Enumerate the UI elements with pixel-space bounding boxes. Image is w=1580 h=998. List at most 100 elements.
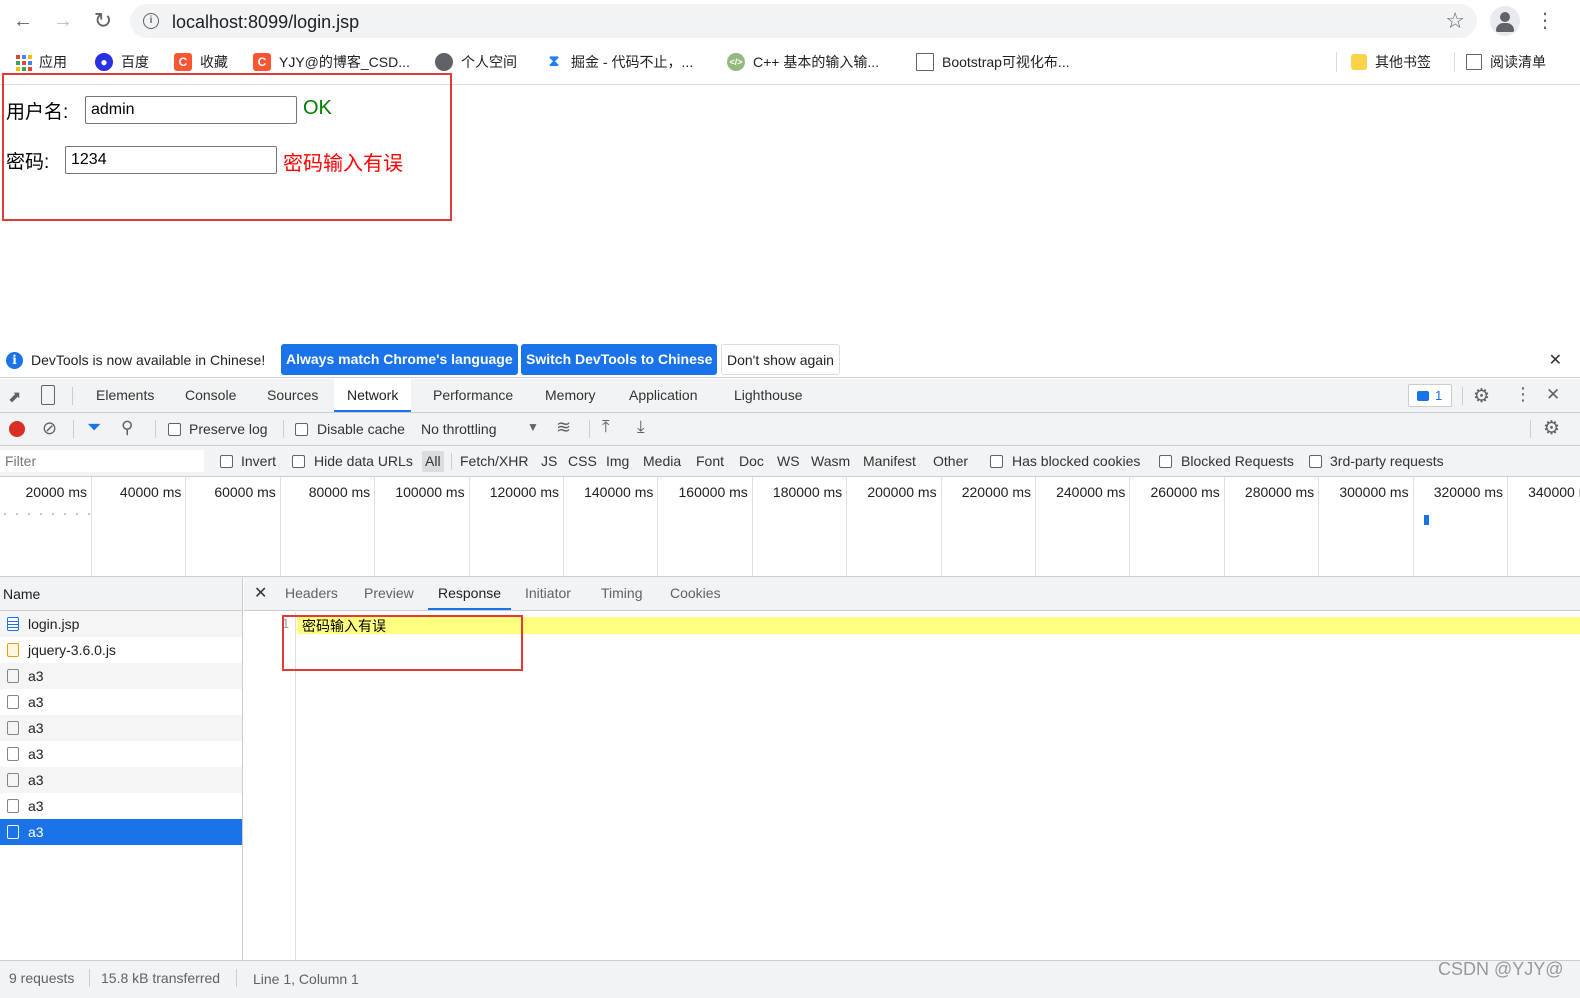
filter-type-doc[interactable]: Doc: [736, 451, 767, 472]
url-text[interactable]: localhost:8099/login.jsp: [172, 12, 359, 33]
tab-performance[interactable]: Performance: [420, 379, 526, 412]
reload-icon[interactable]: ↻: [90, 8, 116, 34]
request-row[interactable]: login.jsp: [0, 611, 242, 637]
filter-input[interactable]: [0, 450, 204, 472]
request-name: jquery-3.6.0.js: [28, 642, 116, 658]
xhr-icon: [7, 773, 19, 787]
timeline-tick-label: 200000 ms: [867, 484, 937, 500]
issues-badge[interactable]: 1: [1408, 384, 1452, 407]
filter-type-img[interactable]: Img: [603, 451, 632, 472]
filter-type-media[interactable]: Media: [640, 451, 684, 472]
toolbar-divider: [589, 420, 590, 438]
filter-funnel-icon[interactable]: ⏷: [87, 417, 101, 438]
password-input[interactable]: [65, 146, 277, 174]
tab-response[interactable]: Response: [428, 577, 512, 610]
disable-cache-checkbox[interactable]: [295, 423, 308, 436]
tab-preview[interactable]: Preview: [354, 577, 424, 610]
tab-initiator[interactable]: Initiator: [515, 577, 581, 610]
filter-type-font[interactable]: Font: [693, 451, 727, 472]
devtools-language-infobar: i DevTools is now available in Chinese! …: [0, 343, 1580, 378]
bookmark-baidu[interactable]: ● 百度: [95, 51, 149, 73]
toolbar-divider: [283, 420, 284, 438]
dont-show-again-button[interactable]: Don't show again: [721, 344, 840, 375]
request-row[interactable]: a3: [0, 767, 242, 793]
filter-type-js[interactable]: JS: [538, 451, 560, 472]
script-icon: [7, 643, 19, 657]
reading-list[interactable]: 阅读清单: [1466, 51, 1546, 73]
filter-type-css[interactable]: CSS: [565, 451, 600, 472]
import-har-upload-icon[interactable]: ⤒: [602, 417, 610, 437]
request-row[interactable]: a3: [0, 663, 242, 689]
tab-sources[interactable]: Sources: [254, 379, 331, 412]
bookmark-star-icon[interactable]: ☆: [1445, 8, 1465, 34]
third-party-requests-checkbox[interactable]: [1309, 455, 1322, 468]
csdn-watermark: CSDN @YJY@: [1438, 959, 1564, 979]
request-row[interactable]: a3: [0, 819, 242, 845]
tab-network[interactable]: Network: [334, 379, 412, 412]
filter-type-manifest[interactable]: Manifest: [860, 451, 919, 472]
throttling-select[interactable]: No throttling: [421, 421, 496, 437]
username-input[interactable]: [85, 96, 297, 124]
close-detail-icon[interactable]: ✕: [254, 583, 267, 603]
tab-headers[interactable]: Headers: [275, 577, 348, 610]
filter-type-other[interactable]: Other: [930, 451, 971, 472]
request-row[interactable]: a3: [0, 793, 242, 819]
preserve-log-checkbox[interactable]: [168, 423, 181, 436]
invert-checkbox[interactable]: [220, 455, 233, 468]
blocked-requests-checkbox[interactable]: [1159, 455, 1172, 468]
request-row[interactable]: a3: [0, 715, 242, 741]
toolbar-divider: [73, 420, 74, 438]
bookmark-personal-space[interactable]: 个人空间: [435, 51, 517, 73]
record-icon[interactable]: [9, 421, 25, 437]
clear-icon[interactable]: ⊘: [42, 418, 57, 439]
filter-type-wasm[interactable]: Wasm: [808, 451, 853, 472]
network-overview-timeline[interactable]: 20000 ms 40000 ms 60000 ms 80000 ms 100000 m…: [0, 477, 1580, 577]
network-toolbar: ⊘ ⏷ ⚲ Preserve log Disable cache No thro…: [0, 413, 1580, 446]
timeline-tick-label: 40000 ms: [119, 484, 182, 500]
profile-avatar-icon[interactable]: [1490, 6, 1520, 36]
timeline-gridline: [1318, 477, 1320, 576]
close-devtools-icon[interactable]: ✕: [1546, 385, 1560, 405]
tab-lighthouse[interactable]: Lighthouse: [721, 379, 816, 412]
forward-arrow-icon[interactable]: →: [50, 8, 76, 34]
address-bar[interactable]: i localhost:8099/login.jsp ☆: [130, 4, 1477, 38]
devtools-menu-icon[interactable]: ⋮: [1514, 384, 1532, 405]
bookmark-juejin[interactable]: ⧗ 掘金 - 代码不止，...: [545, 51, 693, 73]
request-row[interactable]: jquery-3.6.0.js: [0, 637, 242, 663]
settings-gear-icon[interactable]: ⚙: [1473, 385, 1490, 408]
has-blocked-cookies-checkbox[interactable]: [990, 455, 1003, 468]
export-har-download-icon[interactable]: ⤓: [637, 417, 645, 437]
filter-type-ws[interactable]: WS: [774, 451, 803, 472]
filter-type-fetch-xhr[interactable]: Fetch/XHR: [457, 451, 531, 472]
request-row[interactable]: a3: [0, 689, 242, 715]
other-bookmarks[interactable]: 其他书签: [1351, 51, 1431, 73]
tab-memory[interactable]: Memory: [532, 379, 609, 412]
request-row[interactable]: a3: [0, 741, 242, 767]
bookmark-favorites[interactable]: C 收藏: [174, 51, 228, 73]
bookmark-bootstrap[interactable]: Bootstrap可视化布...: [916, 51, 1070, 73]
bookmark-apps[interactable]: 应用: [15, 51, 67, 73]
chrome-menu-icon[interactable]: ⋮: [1535, 8, 1555, 34]
tab-cookies[interactable]: Cookies: [660, 577, 731, 610]
device-toolbar-icon[interactable]: [41, 385, 55, 405]
tab-elements[interactable]: Elements: [83, 379, 167, 412]
tab-console[interactable]: Console: [172, 379, 249, 412]
network-conditions-wifi-icon[interactable]: ≋: [556, 417, 571, 438]
inspect-element-icon[interactable]: ⬈: [8, 387, 21, 407]
tab-timing[interactable]: Timing: [591, 577, 653, 610]
name-column-header[interactable]: Name: [0, 577, 242, 611]
always-match-language-button[interactable]: Always match Chrome's language: [281, 344, 518, 375]
tab-application[interactable]: Application: [616, 379, 711, 412]
bookmark-cpp-io[interactable]: </> C++ 基本的输入输...: [727, 51, 879, 73]
bookmark-csdn-blog[interactable]: C YJY@的博客_CSD...: [253, 51, 410, 73]
infobar-close-icon[interactable]: ✕: [1549, 350, 1562, 370]
network-settings-gear-icon[interactable]: ⚙: [1543, 417, 1560, 440]
chevron-down-icon[interactable]: ▼: [527, 420, 539, 434]
search-icon[interactable]: ⚲: [121, 418, 133, 438]
switch-to-chinese-button[interactable]: Switch DevTools to Chinese: [521, 344, 718, 375]
back-arrow-icon[interactable]: ←: [10, 8, 36, 34]
hide-data-urls-checkbox[interactable]: [292, 455, 305, 468]
site-info-icon[interactable]: i: [143, 13, 159, 29]
filter-type-all[interactable]: All: [422, 451, 444, 472]
password-label: 密码:: [6, 152, 50, 173]
